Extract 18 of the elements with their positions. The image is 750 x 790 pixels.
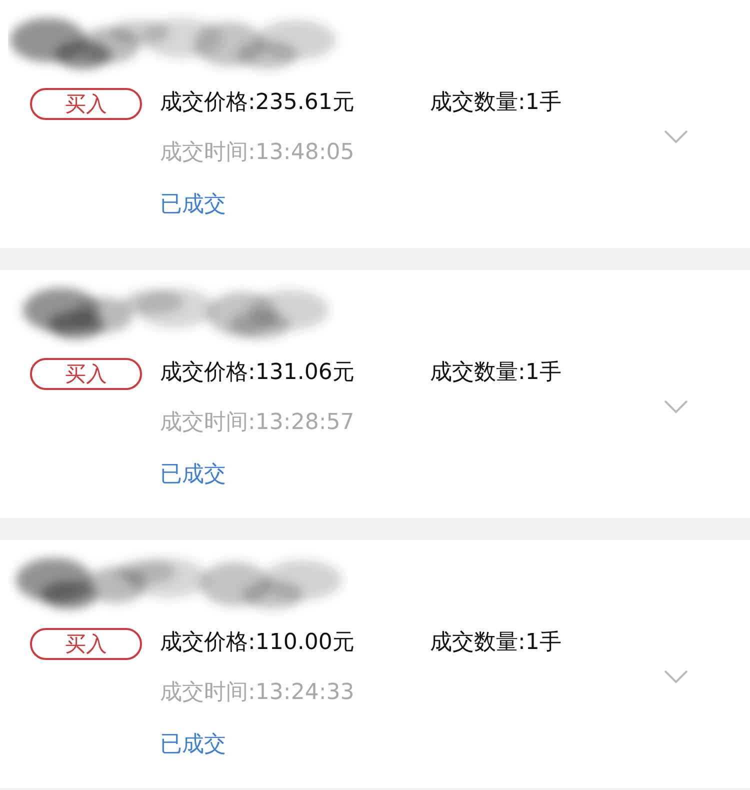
chevron-down-icon[interactable]: [664, 670, 688, 684]
buy-tag: 买入: [30, 358, 142, 390]
trade-time: 成交时间:13:48:05: [160, 139, 354, 167]
order-status: 已成交: [160, 191, 226, 219]
trade-price: 成交价格:110.00元: [160, 629, 356, 657]
trade-quantity: 成交数量:1手: [430, 629, 562, 657]
buy-tag: 买入: [30, 628, 142, 660]
order-status: 已成交: [160, 731, 226, 759]
buy-tag: 买入: [30, 88, 142, 120]
chevron-down-icon[interactable]: [664, 130, 688, 144]
chevron-down-icon[interactable]: [664, 400, 688, 414]
trade-time: 成交时间:13:28:57: [160, 409, 354, 437]
trade-quantity: 成交数量:1手: [430, 89, 562, 117]
trade-quantity: 成交数量:1手: [430, 359, 562, 387]
trade-price: 成交价格:131.06元: [160, 359, 356, 387]
trade-price: 成交价格:235.61元: [160, 89, 356, 117]
trade-time: 成交时间:13:24:33: [160, 679, 354, 707]
order-status: 已成交: [160, 461, 226, 489]
